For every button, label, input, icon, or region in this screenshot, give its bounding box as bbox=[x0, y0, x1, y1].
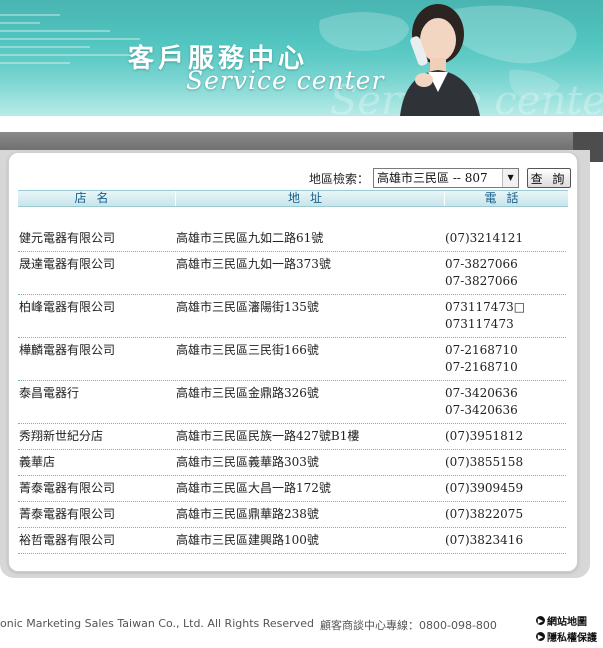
table-row: 裕哲電器有限公司 高雄市三民區建興路100號 (07)3823416 bbox=[18, 528, 566, 554]
table-row: 樺麟電器有限公司 高雄市三民區三民街166號 07-2168710 07-216… bbox=[18, 338, 566, 381]
store-table-header: 店名 地址 電話 bbox=[18, 190, 568, 207]
chevron-down-icon[interactable]: ▼ bbox=[502, 169, 519, 187]
store-phone: 073117473□ 073117473 bbox=[445, 299, 566, 333]
banner-title-en: Service center bbox=[186, 66, 385, 95]
phone-line: (07)3823416 bbox=[445, 533, 524, 547]
store-name: 晟達電器有限公司 bbox=[19, 257, 116, 271]
phone-line: 07-2168710 bbox=[445, 360, 518, 374]
store-phone: (07)3909459 bbox=[445, 480, 566, 497]
store-address: 高雄市三民區民族一路427號B1樓 bbox=[176, 429, 360, 443]
region-search-label: 地區檢索： bbox=[309, 171, 370, 186]
region-select[interactable]: 高雄市三民區 -- 807 ▼ bbox=[373, 168, 520, 188]
table-row: 義華店 高雄市三民區義華路303號 (07)3855158 bbox=[18, 450, 566, 476]
table-row: 秀翔新世紀分店 高雄市三民區民族一路427號B1樓 (07)3951812 bbox=[18, 424, 566, 450]
store-name: 柏峰電器有限公司 bbox=[19, 300, 116, 314]
store-name: 菁泰電器有限公司 bbox=[19, 481, 116, 495]
arrow-right-icon: ▶ bbox=[536, 615, 545, 625]
column-header-name: 店名 bbox=[18, 191, 176, 206]
store-name: 秀翔新世紀分店 bbox=[19, 429, 104, 443]
footer-copyright: onic Marketing Sales Taiwan Co., Ltd. Al… bbox=[0, 617, 314, 630]
store-address: 高雄市三民區鼎華路238號 bbox=[176, 507, 319, 521]
store-address: 高雄市三民區大昌一路172號 bbox=[176, 481, 331, 495]
phone-line: (07)3909459 bbox=[445, 481, 524, 495]
store-address: 高雄市三民區金鼎路326號 bbox=[176, 386, 319, 400]
store-phone: (07)3214121 bbox=[445, 230, 566, 247]
store-name: 菁泰電器有限公司 bbox=[19, 507, 116, 521]
sitemap-link[interactable]: ▶ 網站地圖 bbox=[536, 612, 603, 628]
store-address: 高雄市三民區九如二路61號 bbox=[176, 231, 324, 245]
store-address: 高雄市三民區九如一路373號 bbox=[176, 257, 331, 271]
table-row: 菁泰電器有限公司 高雄市三民區鼎華路238號 (07)3822075 bbox=[18, 502, 566, 528]
phone-line: 073117473 bbox=[445, 317, 514, 331]
store-phone: 07-3827066 07-3827066 bbox=[445, 256, 566, 290]
phone-line: 073117473□ bbox=[445, 300, 526, 314]
store-phone: 07-2168710 07-2168710 bbox=[445, 342, 566, 376]
privacy-link-label: 隱私權保護 bbox=[547, 632, 597, 644]
footer-hotline: 顧客商談中心專線：0800-098-800 bbox=[320, 619, 497, 632]
region-search: 地區檢索： 高雄市三民區 -- 807 ▼ 查 詢 bbox=[309, 167, 572, 189]
store-phone: (07)3855158 bbox=[445, 454, 566, 471]
store-address: 高雄市三民區建興路100號 bbox=[176, 533, 319, 547]
phone-line: 07-3420636 bbox=[445, 386, 518, 400]
page-banner: Service center 客戶服務中心 Service center bbox=[0, 0, 603, 116]
phone-line: 07-3827066 bbox=[445, 274, 518, 288]
table-row: 柏峰電器有限公司 高雄市三民區瀋陽街135號 073117473□ 073117… bbox=[18, 295, 566, 338]
store-address: 高雄市三民區三民街166號 bbox=[176, 343, 319, 357]
query-button[interactable]: 查 詢 bbox=[527, 168, 572, 188]
operator-photo bbox=[400, 4, 480, 116]
region-select-value: 高雄市三民區 -- 807 bbox=[377, 171, 488, 185]
column-header-address: 地址 bbox=[176, 191, 445, 206]
table-row: 泰昌電器行 高雄市三民區金鼎路326號 07-3420636 07-342063… bbox=[18, 381, 566, 424]
phone-line: (07)3951812 bbox=[445, 429, 524, 443]
table-row: 菁泰電器有限公司 高雄市三民區大昌一路172號 (07)3909459 bbox=[18, 476, 566, 502]
phone-line: 07-3420636 bbox=[445, 403, 518, 417]
table-row: 健元電器有限公司 高雄市三民區九如二路61號 (07)3214121 bbox=[18, 226, 566, 252]
sitemap-link-label: 網站地圖 bbox=[547, 616, 587, 628]
phone-line: (07)3214121 bbox=[445, 231, 524, 245]
phone-line: (07)3855158 bbox=[445, 455, 524, 469]
store-name: 義華店 bbox=[19, 455, 56, 469]
store-table-body: 健元電器有限公司 高雄市三民區九如二路61號 (07)3214121 晟達電器有… bbox=[18, 226, 566, 554]
footer-links: ▶ 網站地圖 ▶ 隱私權保護 bbox=[536, 612, 603, 644]
store-name: 泰昌電器行 bbox=[19, 386, 80, 400]
store-phone: (07)3822075 bbox=[445, 506, 566, 523]
store-phone: (07)3951812 bbox=[445, 428, 566, 445]
store-phone: 07-3420636 07-3420636 bbox=[445, 385, 566, 419]
store-phone: (07)3823416 bbox=[445, 532, 566, 549]
privacy-link[interactable]: ▶ 隱私權保護 bbox=[536, 628, 603, 644]
phone-line: 07-2168710 bbox=[445, 343, 518, 357]
store-name: 裕哲電器有限公司 bbox=[19, 533, 116, 547]
store-name: 健元電器有限公司 bbox=[19, 231, 116, 245]
arrow-right-icon: ▶ bbox=[536, 631, 545, 641]
store-address: 高雄市三民區瀋陽街135號 bbox=[176, 300, 319, 314]
store-name: 樺麟電器有限公司 bbox=[19, 343, 116, 357]
phone-line: (07)3822075 bbox=[445, 507, 524, 521]
store-address: 高雄市三民區義華路303號 bbox=[176, 455, 319, 469]
column-header-phone: 電話 bbox=[484, 191, 529, 205]
table-row: 晟達電器有限公司 高雄市三民區九如一路373號 07-3827066 07-38… bbox=[18, 252, 566, 295]
phone-line: 07-3827066 bbox=[445, 257, 518, 271]
